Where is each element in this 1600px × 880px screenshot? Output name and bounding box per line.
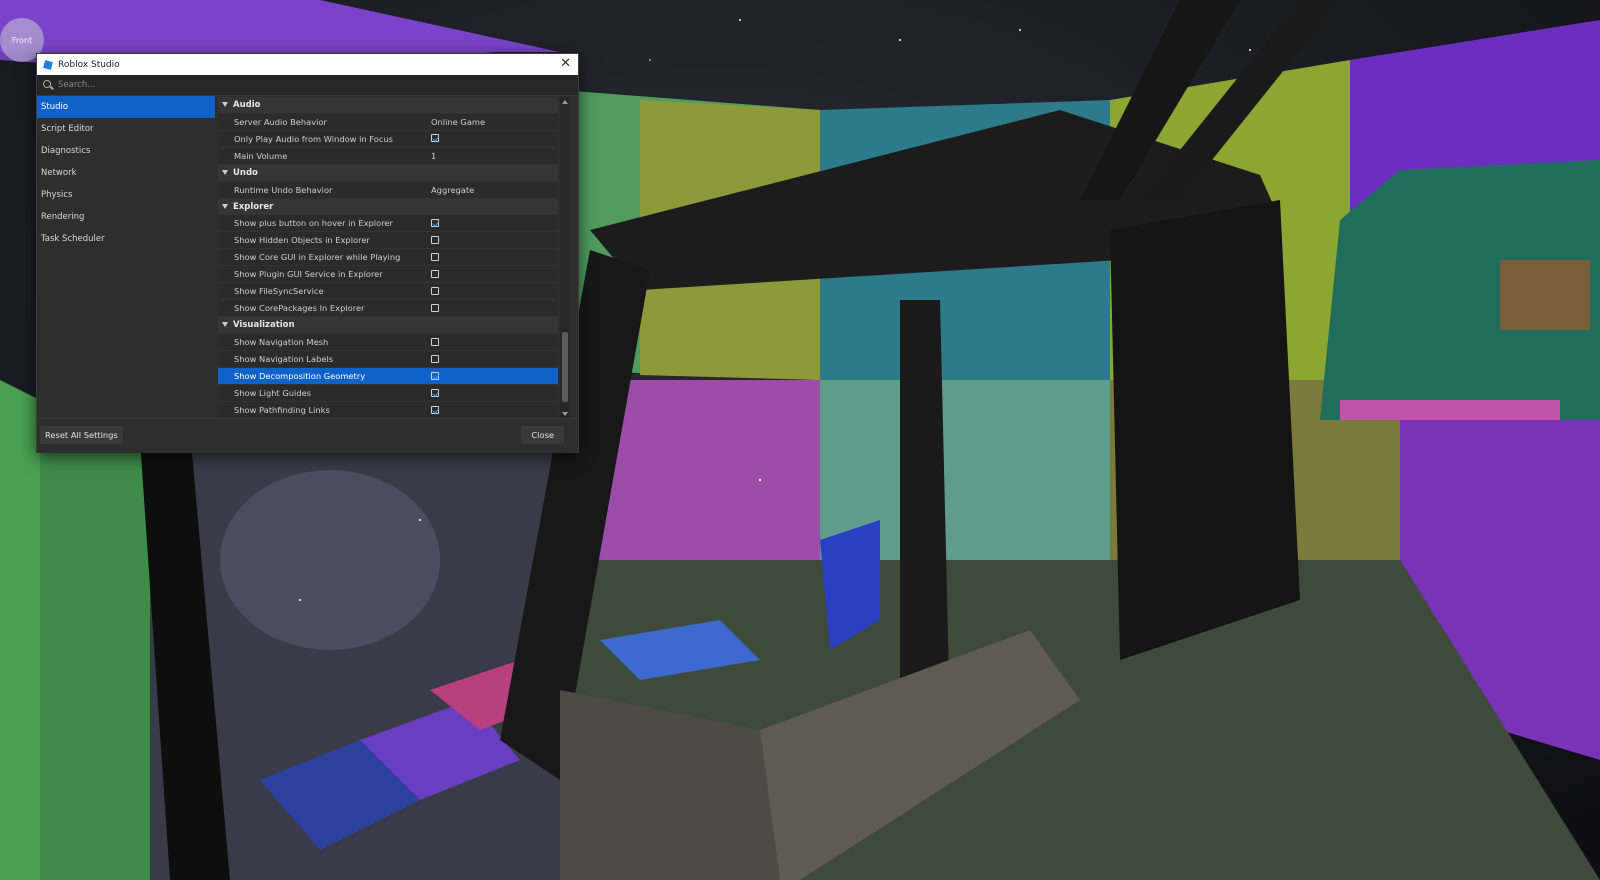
setting-row-pathfinding[interactable]: Show Pathfinding Links: [218, 402, 558, 419]
studio-settings-dialog: Roblox Studio ✕ Studio Script Editor Dia…: [36, 53, 579, 453]
corepackages-checkbox[interactable]: [431, 303, 439, 312]
chevron-down-icon[interactable]: [222, 203, 228, 209]
sidebar-item-script-editor[interactable]: Script Editor: [37, 118, 215, 140]
dialog-titlebar[interactable]: Roblox Studio ✕: [37, 54, 578, 75]
scroll-down-arrow-icon[interactable]: [562, 412, 568, 416]
setting-label: Show Hidden Objects in Explorer: [234, 235, 370, 246]
decomposition-checkbox[interactable]: [431, 371, 439, 380]
setting-row-corepackages[interactable]: Show CorePackages In Explorer: [218, 300, 558, 318]
group-header-undo[interactable]: Undo: [218, 164, 558, 181]
group-title-visualization: Visualization: [233, 320, 295, 331]
scroll-thumb[interactable]: [562, 332, 568, 402]
scroll-up-arrow-icon[interactable]: [562, 100, 568, 104]
group-header-audio[interactable]: Audio: [218, 97, 558, 113]
setting-row-hidden-objects[interactable]: Show Hidden Objects in Explorer: [218, 232, 558, 250]
group-title-audio: Audio: [233, 100, 261, 110]
setting-label: Show CorePackages In Explorer: [234, 303, 365, 314]
setting-row-main-volume[interactable]: Main Volume 1: [218, 147, 558, 165]
setting-row-light-guides[interactable]: Show Light Guides: [218, 385, 558, 403]
setting-label: Show Light Guides: [234, 388, 312, 399]
setting-label: Show Navigation Labels: [234, 354, 334, 365]
setting-label: Show Decomposition Geometry: [234, 371, 366, 382]
setting-label: Show plus button on hover in Explorer: [234, 218, 393, 229]
setting-label: Show Core GUI in Explorer while Playing: [234, 252, 401, 263]
setting-row-core-gui[interactable]: Show Core GUI in Explorer while Playing: [218, 249, 558, 267]
search-icon: [43, 80, 53, 90]
filesync-checkbox[interactable]: [431, 286, 439, 295]
sidebar-item-rendering[interactable]: Rendering: [37, 206, 215, 228]
setting-label: Main Volume: [234, 150, 288, 161]
group-header-visualization[interactable]: Visualization: [218, 317, 558, 334]
setting-value-dropdown[interactable]: Online Game: [431, 114, 485, 130]
setting-label: Only Play Audio from Window in Focus: [234, 133, 393, 144]
search-input[interactable]: [58, 80, 538, 90]
setting-label: Runtime Undo Behavior: [234, 184, 333, 195]
roblox-studio-icon: [43, 60, 53, 70]
pathfinding-checkbox[interactable]: [431, 405, 439, 414]
setting-row-runtime-undo[interactable]: Runtime Undo Behavior Aggregate: [218, 181, 558, 199]
setting-row-nav-mesh[interactable]: Show Navigation Mesh: [218, 334, 558, 352]
reset-all-settings-button[interactable]: Reset All Settings: [40, 426, 123, 444]
setting-row-nav-labels[interactable]: Show Navigation Labels: [218, 351, 558, 369]
setting-label: Show Pathfinding Links: [234, 405, 330, 416]
setting-label: Show FileSyncService: [234, 286, 324, 297]
setting-row-decomposition[interactable]: Show Decomposition Geometry: [218, 368, 558, 386]
settings-scrollbar[interactable]: [560, 97, 570, 419]
chevron-down-icon[interactable]: [222, 102, 228, 107]
chevron-down-icon[interactable]: [222, 322, 228, 328]
plugin-gui-checkbox[interactable]: [431, 269, 439, 278]
group-title-undo: Undo: [233, 167, 258, 178]
plus-button-checkbox[interactable]: [431, 218, 439, 227]
only-play-audio-checkbox[interactable]: [431, 134, 439, 143]
dialog-footer: Reset All Settings Close: [37, 418, 578, 453]
nav-labels-checkbox[interactable]: [431, 354, 439, 363]
setting-row-server-audio-behavior[interactable]: Server Audio Behavior Online Game: [218, 113, 558, 131]
sidebar-item-network[interactable]: Network: [37, 162, 215, 184]
main-volume-field[interactable]: 1: [431, 148, 436, 164]
setting-label: Server Audio Behavior: [234, 116, 327, 127]
setting-row-plus-button[interactable]: Show plus button on hover in Explorer: [218, 215, 558, 233]
hidden-objects-checkbox[interactable]: [431, 235, 439, 244]
core-gui-checkbox[interactable]: [431, 252, 439, 261]
sidebar-item-studio[interactable]: Studio: [37, 96, 215, 118]
light-guides-checkbox[interactable]: [431, 388, 439, 397]
setting-label: Show Navigation Mesh: [234, 337, 329, 348]
group-header-explorer[interactable]: Explorer: [218, 198, 558, 215]
dialog-title: Roblox Studio: [58, 59, 120, 70]
close-button[interactable]: Close: [521, 426, 564, 444]
close-icon[interactable]: ✕: [560, 56, 571, 72]
sidebar-item-physics[interactable]: Physics: [37, 184, 215, 206]
setting-row-filesync[interactable]: Show FileSyncService: [218, 283, 558, 301]
setting-row-plugin-gui[interactable]: Show Plugin GUI Service in Explorer: [218, 266, 558, 284]
setting-label: Show Plugin GUI Service in Explorer: [234, 269, 383, 280]
group-title-explorer: Explorer: [233, 201, 274, 212]
settings-sidebar: Studio Script Editor Diagnostics Network…: [37, 96, 215, 418]
settings-content: Audio Server Audio Behavior Online Game …: [218, 97, 558, 419]
search-bar: [37, 75, 578, 96]
nav-mesh-checkbox[interactable]: [431, 337, 439, 346]
sidebar-item-task-scheduler[interactable]: Task Scheduler: [37, 228, 215, 250]
sidebar-item-diagnostics[interactable]: Diagnostics: [37, 140, 215, 162]
chevron-down-icon[interactable]: [222, 169, 228, 175]
setting-value-dropdown[interactable]: Aggregate: [431, 182, 474, 198]
setting-row-only-play-audio[interactable]: Only Play Audio from Window in Focus: [218, 130, 558, 148]
